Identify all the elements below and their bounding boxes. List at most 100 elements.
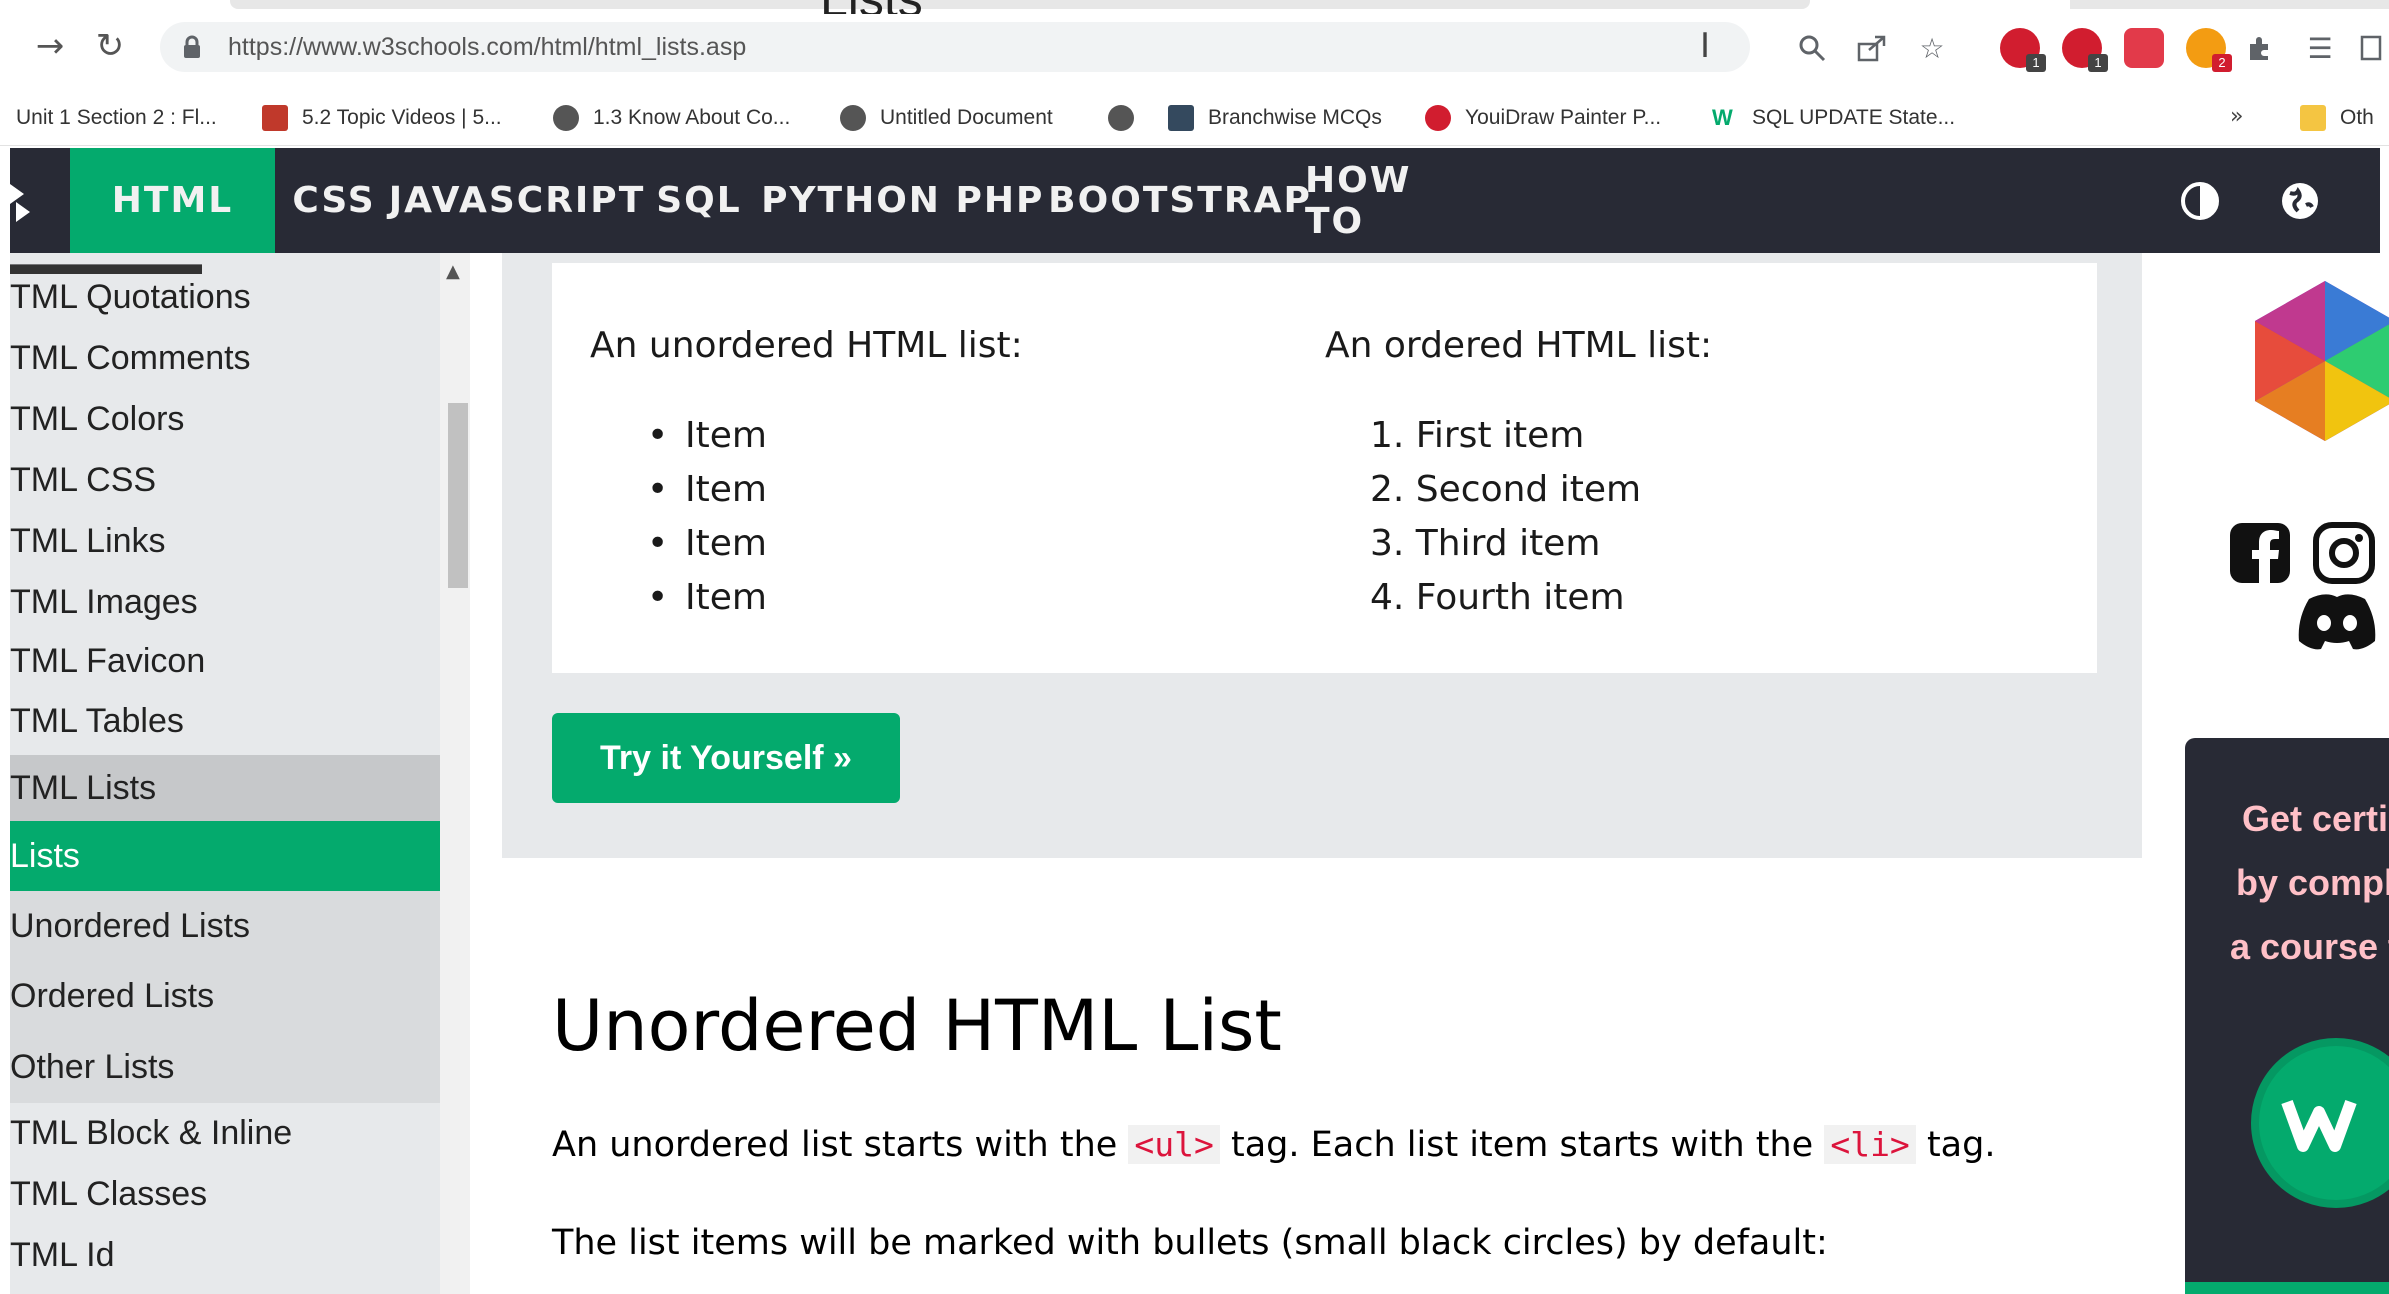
tab-title[interactable]: Lists <box>820 0 923 14</box>
share-icon[interactable] <box>1852 28 1892 68</box>
side-panel-icon[interactable] <box>2356 28 2386 68</box>
bookmark-favicon <box>1168 105 1194 131</box>
section-paragraph-2: The list items will be marked with bulle… <box>552 1223 1828 1263</box>
list-item: • Item <box>647 522 767 564</box>
section-title: Unordered HTML List <box>552 985 1282 1067</box>
bookmark-item[interactable]: Untitled Document <box>840 100 1053 136</box>
sidebar-subitem-ordered-lists[interactable]: Ordered Lists <box>10 961 440 1031</box>
promo-text: a course t <box>2229 926 2389 967</box>
extension-icon-1[interactable]: 1 <box>2000 28 2046 72</box>
ordered-example-list: 1. First item 2. Second item 3. Third it… <box>1370 408 1641 624</box>
sidebar-item-comments[interactable]: TML Comments <box>10 328 440 388</box>
sidebar-item-links[interactable]: TML Links <box>10 511 440 571</box>
bullet-icon: • <box>647 414 669 456</box>
sidebar-subitem-unordered-lists[interactable]: Unordered Lists <box>10 891 440 961</box>
bookmark-item[interactable] <box>1108 100 1148 136</box>
reload-icon[interactable]: ↻ <box>88 24 132 68</box>
bookmark-favicon <box>262 105 288 131</box>
sidebar-item-block-inline[interactable]: TML Block & Inline <box>10 1103 440 1163</box>
globe-icon[interactable] <box>2270 148 2330 253</box>
sidebar-item-favicon[interactable]: TML Favicon <box>10 631 440 691</box>
tab-strip-background <box>230 0 1810 9</box>
left-sidebar: ▬▬▬▬▬▬ TML Quotations TML Comments TML C… <box>10 253 470 1294</box>
bookmark-item[interactable]: 5.2 Topic Videos | 5... <box>262 100 502 136</box>
try-it-yourself-button[interactable]: Try it Yourself » <box>552 713 900 803</box>
folder-icon <box>2300 105 2326 131</box>
certification-promo[interactable]: Get certi by compl a course t <box>2185 738 2389 1294</box>
menu-logo-icon[interactable] <box>10 178 32 222</box>
bookmark-item[interactable]: YouiDraw Painter P... <box>1425 100 1661 136</box>
color-picker-icon[interactable] <box>2245 281 2389 441</box>
main-content: An unordered HTML list: • Item • Item • Ite… <box>470 253 2175 1294</box>
extension-icon-4[interactable]: 2 <box>2186 28 2232 72</box>
nav-python[interactable]: PYTHON <box>757 148 945 253</box>
right-rail: Get certi by compl a course t <box>2175 253 2389 1294</box>
globe-icon <box>553 105 579 131</box>
tab-strip: Lists <box>0 0 2389 14</box>
discord-icon[interactable] <box>2295 589 2379 653</box>
reading-list-icon[interactable]: ☰ <box>2300 28 2340 68</box>
sidebar-scrollbar[interactable]: ▲ <box>440 253 470 1294</box>
nav-css[interactable]: CSS <box>275 148 393 253</box>
nav-sql[interactable]: SQL <box>641 148 757 253</box>
forward-icon[interactable]: → <box>28 24 72 68</box>
facebook-icon[interactable] <box>2228 521 2292 585</box>
ordered-example-heading: An ordered HTML list: <box>1325 325 1713 366</box>
sidebar-subitem-other-lists[interactable]: Other Lists <box>10 1031 440 1103</box>
contrast-icon[interactable] <box>2170 148 2230 253</box>
bookmark-favicon <box>1425 105 1451 131</box>
unordered-example-list: • Item • Item • Item • Item <box>647 408 767 624</box>
list-item: • Item <box>647 468 767 510</box>
li-tag-code: <li> <box>1824 1125 1916 1164</box>
instagram-icon[interactable] <box>2312 521 2376 585</box>
sidebar-item-id[interactable]: TML Id <box>10 1225 440 1285</box>
star-icon[interactable]: ☆ <box>1912 28 1952 68</box>
extension-icon-2[interactable]: 1 <box>2062 28 2108 72</box>
sidebar-item-css[interactable]: TML CSS <box>10 450 440 510</box>
bookmark-item[interactable]: W SQL UPDATE State... <box>1712 100 1955 136</box>
ul-tag-code: <ul> <box>1128 1125 1220 1164</box>
text-cursor-icon: I <box>1700 26 1711 66</box>
sidebar-item-quotations[interactable]: TML Quotations <box>10 267 440 327</box>
other-bookmarks[interactable]: Oth <box>2300 100 2374 136</box>
list-item: • Item <box>647 414 767 456</box>
promo-text: by compl <box>2235 862 2389 903</box>
sidebar-item-classes[interactable]: TML Classes <box>10 1164 440 1224</box>
sidebar-item-images[interactable]: TML Images <box>10 572 440 632</box>
w3schools-certified-badge-icon <box>2251 1038 2389 1208</box>
browser-toolbar: → ↻ https://www.w3schools.com/html/html_… <box>0 14 2389 90</box>
nav-javascript[interactable]: JAVASCRIPT <box>389 148 644 253</box>
bookmark-item[interactable]: Branchwise MCQs <box>1168 100 1382 136</box>
bullet-icon: • <box>647 468 669 510</box>
bookmark-item[interactable]: Unit 1 Section 2 : Fl... <box>16 100 217 136</box>
sidebar-item-colors[interactable]: TML Colors <box>10 389 440 449</box>
list-item: 3. Third item <box>1370 522 1601 564</box>
nav-how-to[interactable]: HOW TO <box>1305 148 1483 253</box>
sidebar-item-lists[interactable]: TML Lists <box>10 755 440 821</box>
list-item: 1. First item <box>1370 414 1585 456</box>
extension-icon-3[interactable] <box>2124 28 2164 68</box>
bookmarks-overflow-button[interactable]: » <box>2230 104 2243 129</box>
lock-icon[interactable] <box>182 35 202 59</box>
zoom-icon[interactable] <box>1792 28 1832 68</box>
scrollbar-thumb[interactable] <box>448 403 468 588</box>
sidebar-subitem-lists[interactable]: Lists <box>10 821 440 891</box>
example-output: An unordered HTML list: • Item • Item • Ite… <box>552 263 2097 673</box>
sidebar-item-tables[interactable]: TML Tables <box>10 691 440 751</box>
promo-text: Get certi <box>2241 798 2389 839</box>
bookmarks-bar: Unit 1 Section 2 : Fl... 5.2 Topic Video… <box>0 90 2389 146</box>
unordered-example-heading: An unordered HTML list: <box>590 325 1023 366</box>
scroll-up-icon[interactable]: ▲ <box>446 261 460 282</box>
address-bar[interactable]: https://www.w3schools.com/html/html_list… <box>160 22 1750 72</box>
nav-html[interactable]: HTML <box>70 148 275 253</box>
top-navigation: HTML CSS JAVASCRIPT SQL PYTHON PHP BOOTS… <box>10 148 2380 253</box>
url-text[interactable]: https://www.w3schools.com/html/html_list… <box>228 33 746 62</box>
bookmark-item[interactable]: 1.3 Know About Co... <box>553 100 790 136</box>
nav-php[interactable]: PHP <box>945 148 1055 253</box>
bullet-icon: • <box>647 576 669 618</box>
nav-bootstrap[interactable]: BOOTSTRAP <box>1048 148 1310 253</box>
list-item: 2. Second item <box>1370 468 1642 510</box>
example-box: An unordered HTML list: • Item • Item • Ite… <box>502 253 2142 858</box>
bullet-icon: • <box>647 522 669 564</box>
puzzle-extensions-icon[interactable] <box>2240 28 2280 68</box>
